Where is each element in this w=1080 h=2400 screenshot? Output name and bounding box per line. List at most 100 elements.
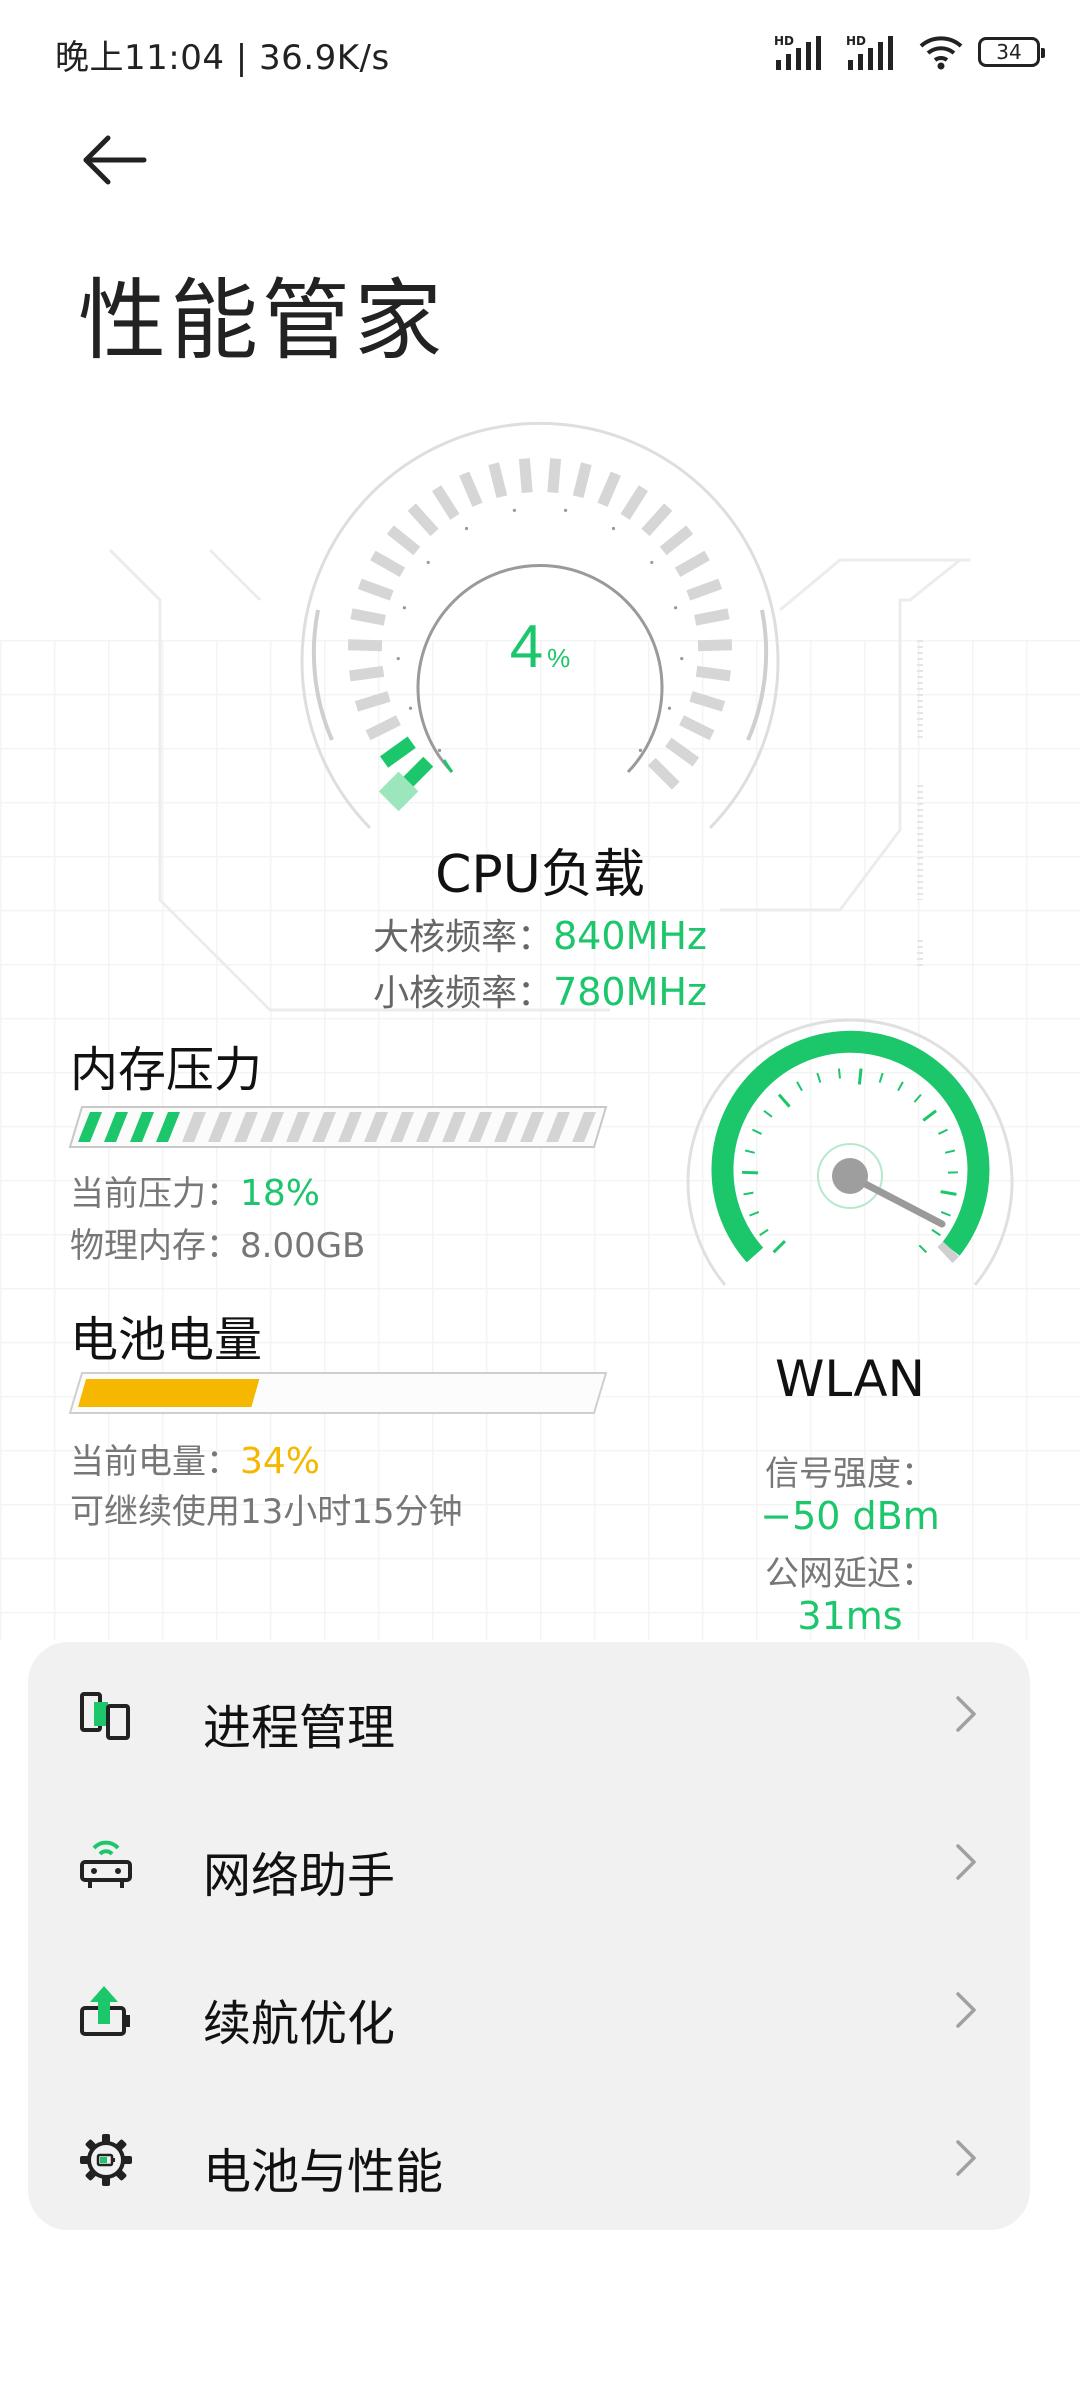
- menu-label-endurance-optimize: 续航优化: [203, 1996, 396, 2052]
- little-core-label: 小核频率：: [373, 973, 554, 1014]
- cpu-gauge-tick: [547, 458, 562, 493]
- wlan-gauge-tick: [938, 1128, 948, 1135]
- battery-title: 电池电量: [70, 1312, 263, 1368]
- little-core-frequency: 小核频率：780MHz: [0, 964, 1080, 1016]
- physical-memory-label: 物理内存：: [70, 1226, 240, 1266]
- cpu-gauge-tick: [370, 550, 406, 578]
- battery-text: 34: [996, 40, 1022, 64]
- cpu-load-value: 4%: [0, 612, 1080, 681]
- menu-item-battery-performance[interactable]: 电池与性能: [28, 2086, 1030, 2234]
- wifi-icon: [919, 36, 963, 70]
- cpu-gauge-tick: [686, 578, 723, 601]
- memory-pressure-line: 当前压力：18%: [70, 1166, 320, 1215]
- status-time-speed: 晚上11:04 | 36.9K/s: [55, 38, 390, 78]
- menu-label-battery-performance: 电池与性能: [203, 2144, 444, 2200]
- cpu-gauge-tick: [689, 691, 726, 712]
- cpu-gauge-tick: [354, 691, 391, 712]
- signal-strength-value: −50 dBm: [760, 1494, 940, 1538]
- cpu-gauge-tick: [459, 471, 483, 508]
- cpu-gauge-tick: [488, 462, 508, 498]
- wlan-gauge-tick: [816, 1072, 822, 1083]
- wlan-gauge-tick: [913, 1093, 922, 1103]
- little-core-value: 780MHz: [553, 970, 707, 1014]
- cpu-gauge-dot: [611, 526, 616, 531]
- cpu-gauge-tick: [620, 485, 649, 520]
- wlan-signal-gauge: [686, 1018, 1014, 1286]
- menu-item-network-assistant[interactable]: 网络助手: [28, 1790, 1030, 1938]
- cpu-gauge-dot: [673, 606, 678, 610]
- cpu-gauge-dot: [667, 706, 672, 710]
- back-arrow-icon: [83, 135, 147, 185]
- cpu-gauge-dot: [437, 748, 442, 753]
- svg-text:HD: HD: [774, 34, 794, 48]
- cpu-gauge-tick: [357, 578, 394, 601]
- cpu-gauge-tick: [365, 715, 401, 741]
- wlan-gauge-tick: [931, 1228, 941, 1237]
- wlan-gauge-tick: [837, 1068, 841, 1079]
- cpu-load-unit: %: [547, 643, 571, 673]
- physical-memory-value: 8.00GB: [240, 1226, 366, 1266]
- signal-hd-icon: HD: [774, 34, 821, 70]
- cpu-gauge-tick: [407, 503, 439, 537]
- chevron-right-icon: [956, 2140, 976, 2176]
- battery-remaining-time: 可继续使用13小时15分钟: [70, 1492, 463, 1532]
- cpu-gauge-tick: [674, 550, 710, 578]
- menu-label-network-assistant: 网络助手: [203, 1848, 396, 1904]
- wlan-gauge-tick: [897, 1081, 904, 1092]
- physical-memory-line: 物理内存：8.00GB: [70, 1218, 365, 1267]
- battery-level-bar: [68, 1372, 608, 1414]
- wlan-gauge-tick: [742, 1170, 759, 1175]
- menu-item-process-manage[interactable]: 进程管理: [28, 1642, 1030, 1790]
- page-title: 性能管家: [78, 269, 447, 372]
- wlan-gauge-tick: [749, 1211, 760, 1217]
- wlan-gauge-tick: [918, 1244, 928, 1254]
- cpu-gauge-tick: [386, 525, 421, 556]
- wlan-gauge-tick: [777, 1093, 791, 1108]
- battery-indicator: 34: [978, 37, 1045, 67]
- menu-item-endurance-optimize[interactable]: 续航优化: [28, 1938, 1030, 2086]
- wlan-gauge-tick: [759, 1228, 769, 1237]
- wlan-gauge-tick: [944, 1149, 956, 1154]
- cpu-gauge-tick: [572, 462, 592, 498]
- network-router-icon: [80, 1840, 132, 1888]
- cpu-gauge-tick: [597, 471, 621, 508]
- cpu-gauge-tick: [647, 757, 680, 790]
- wlan-title: WLAN: [774, 1350, 926, 1408]
- battery-level-label: 当前电量：: [70, 1442, 240, 1482]
- wlan-gauge-tick: [940, 1190, 957, 1196]
- wlan-gauge-tick: [878, 1072, 884, 1083]
- memory-pressure-bar: [68, 1106, 608, 1148]
- cpu-gauge-tick: [679, 715, 715, 741]
- battery-level-value: 34%: [240, 1441, 321, 1482]
- cpu-gauge-tick: [665, 737, 700, 767]
- cpu-gauge-tick: [431, 485, 460, 520]
- cpu-gauge-dot: [638, 748, 643, 753]
- cpu-gauge-dot: [464, 526, 469, 531]
- status-icons: HD HD 34: [774, 30, 1045, 74]
- wlan-gauge-tick: [743, 1191, 754, 1196]
- chevron-right-icon: [956, 1992, 976, 2028]
- cpu-gauge-tick: [641, 503, 673, 537]
- signal-hd-icon: HD: [846, 34, 893, 70]
- battery-boost-icon: [80, 1986, 130, 2036]
- wlan-gauge-tick: [744, 1149, 756, 1154]
- settings-gear-icon: [80, 2134, 132, 2186]
- cpu-gauge-dot: [426, 560, 430, 565]
- wlan-gauge-tick: [922, 1109, 937, 1122]
- big-core-label: 大核频率：: [373, 917, 554, 958]
- latency-label: 公网延迟：: [765, 1554, 935, 1594]
- memory-title: 内存压力: [70, 1042, 263, 1098]
- cpu-title: CPU负载: [435, 845, 645, 905]
- cpu-gauge-dot: [402, 606, 407, 610]
- menu-label-process-manage: 进程管理: [203, 1700, 396, 1756]
- chevron-right-icon: [956, 1696, 976, 1732]
- back-button[interactable]: [80, 130, 150, 190]
- tools-menu: 进程管理 网络助手 续航优化 电池与性能: [28, 1642, 1030, 2230]
- wlan-gauge-tick: [763, 1109, 773, 1118]
- cpu-gauge-dot: [650, 560, 654, 565]
- signal-strength-label: 信号强度：: [765, 1454, 935, 1494]
- wlan-gauge-tick: [772, 1239, 787, 1254]
- big-core-frequency: 大核频率：840MHz: [0, 908, 1080, 960]
- cpu-gauge-dot: [563, 508, 568, 512]
- cpu-load-number: 4: [509, 613, 544, 680]
